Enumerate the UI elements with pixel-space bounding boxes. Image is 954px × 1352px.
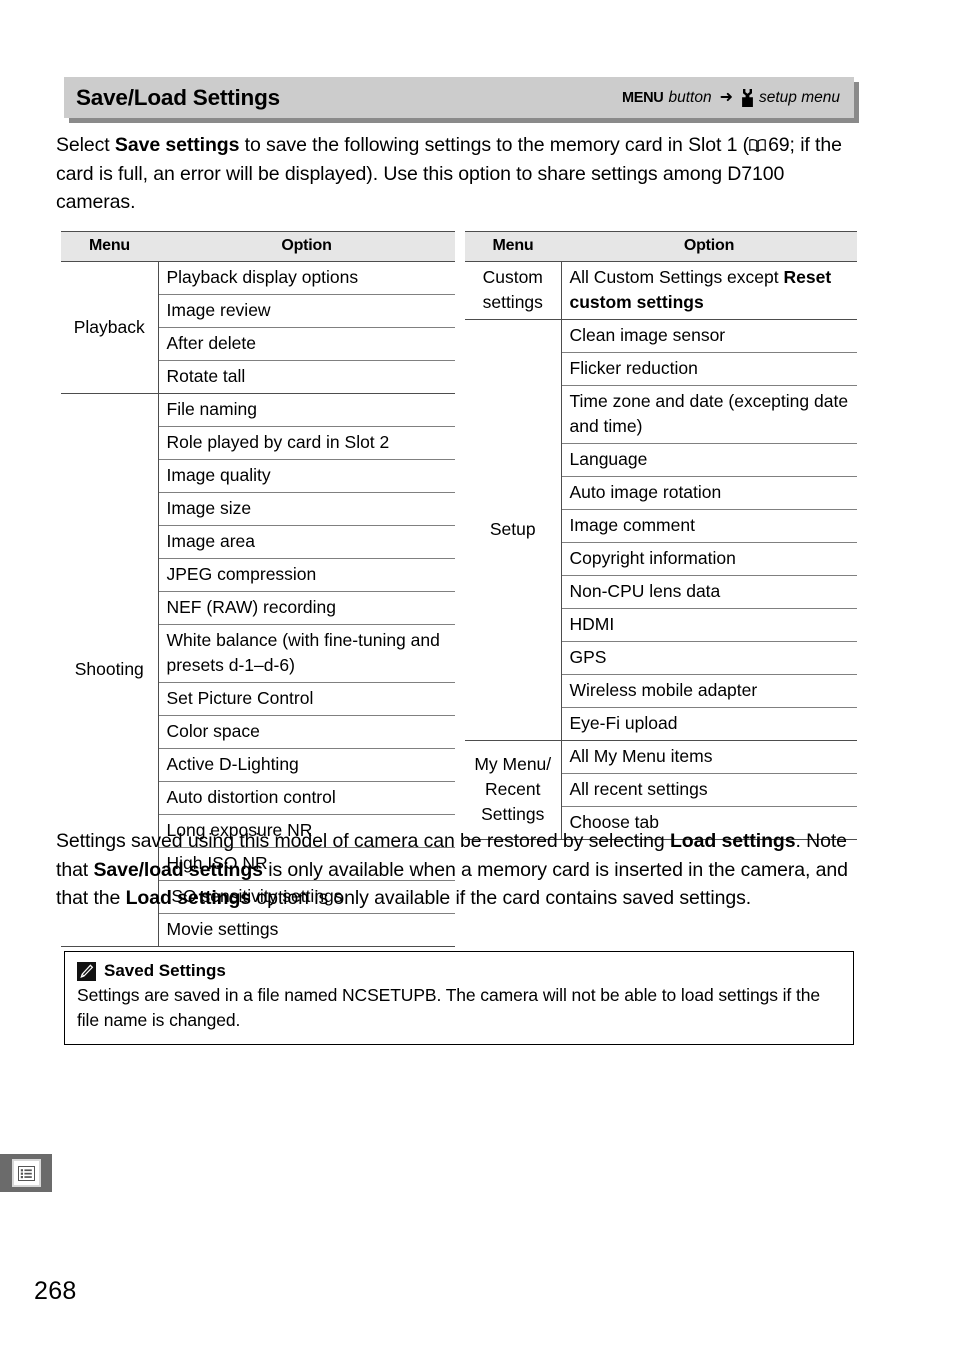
closing-text-1: Settings saved using this model of camer…	[56, 830, 670, 852]
menu-group-my-menu-recent-settings: My Menu/ Recent Settings	[465, 740, 562, 840]
option-cell: All Custom Settings except Reset custom …	[561, 261, 857, 320]
table-row: Shooting File naming	[61, 393, 455, 947]
menu-group-setup: Setup	[465, 319, 562, 741]
left-table-header: Menu Option	[61, 231, 455, 262]
table-row: My Menu/ Recent Settings All My Menu ite…	[465, 740, 857, 840]
column-header-menu: Menu	[61, 231, 158, 262]
saved-settings-note-box: Saved Settings Settings are saved in a f…	[64, 951, 854, 1045]
right-table-body: Custom settings All Custom Settings exce…	[465, 261, 857, 840]
option-cell: JPEG compression	[158, 558, 455, 592]
menu-path-breadcrumb: MENU button ➜ setup menu	[621, 88, 854, 107]
option-cell: Image area	[158, 525, 455, 559]
option-cell: Playback display options	[158, 261, 455, 295]
intro-text-2: to save the following settings to the me…	[239, 134, 750, 156]
note-header: Saved Settings	[77, 961, 841, 981]
menu-button-label: MENU	[621, 89, 664, 106]
intro-paragraph: Select Save settings to save the followi…	[56, 131, 856, 217]
option-cell: HDMI	[561, 608, 857, 642]
option-cell: Color space	[158, 715, 455, 749]
menu-group-custom-settings: Custom settings	[465, 261, 562, 320]
option-cell: Eye-Fi upload	[561, 707, 857, 741]
menu-button-word: button	[668, 88, 712, 106]
option-cell: All My Menu items	[561, 740, 857, 774]
table-row: Custom settings All Custom Settings exce…	[465, 261, 857, 320]
arrow-right-icon: ➜	[719, 88, 733, 106]
option-cell: Copyright information	[561, 542, 857, 576]
option-cell: Image size	[158, 492, 455, 526]
book-icon	[749, 139, 766, 152]
page-number: 268	[34, 1277, 77, 1305]
right-table-header: Menu Option	[465, 231, 857, 262]
option-cell: GPS	[561, 641, 857, 675]
option-cell: Clean image sensor	[561, 319, 857, 353]
wrench-icon	[741, 88, 754, 107]
option-cell: Non-CPU lens data	[561, 575, 857, 609]
option-cell: Active D-Lighting	[158, 748, 455, 782]
option-cell: After delete	[158, 327, 455, 361]
closing-text-4: option is only available if the card con…	[251, 887, 752, 909]
option-cell: Wireless mobile adapter	[561, 674, 857, 708]
menu-group-playback: Playback	[61, 261, 159, 394]
option-cell: Language	[561, 443, 857, 477]
closing-bold-load-settings-1: Load settings	[670, 830, 796, 852]
intro-text-1: Select	[56, 134, 115, 156]
column-header-option: Option	[158, 231, 455, 262]
closing-bold-load-settings-2: Load settings	[125, 887, 252, 909]
option-cell: Image comment	[561, 509, 857, 543]
option-cell: Rotate tall	[158, 360, 455, 394]
section-header: Save/Load Settings MENU button ➜ setup m…	[64, 77, 859, 123]
option-cell: White balance (with fine-tuning and pres…	[158, 624, 455, 683]
closing-bold-save-load-settings: Save/load settings	[93, 858, 263, 881]
option-cell: Image review	[158, 294, 455, 328]
column-header-option: Option	[561, 231, 857, 262]
table-row: Playback Playback display options	[61, 261, 455, 394]
pencil-icon	[77, 961, 96, 981]
option-cell: File naming	[158, 393, 455, 427]
table-header-row: Menu Option	[61, 231, 455, 262]
note-title: Saved Settings	[104, 961, 226, 980]
option-cell: Time zone and date (excepting date and t…	[561, 385, 857, 444]
side-tab-marker	[0, 1154, 52, 1192]
option-cell: Movie settings	[158, 913, 455, 947]
option-text-plain: All Custom Settings except	[569, 267, 784, 287]
intro-bold-save-settings: Save settings	[114, 134, 240, 156]
setup-menu-label: setup menu	[759, 88, 840, 106]
option-cell: All recent settings	[561, 773, 857, 807]
option-cell: NEF (RAW) recording	[158, 591, 455, 625]
option-cell: Role played by card in Slot 2	[158, 426, 455, 460]
table-row: Setup Clean image sensor	[465, 319, 857, 741]
option-cell: Auto image rotation	[561, 476, 857, 510]
option-cell: Set Picture Control	[158, 682, 455, 716]
right-settings-table: Menu Option Custom settings All Custom S…	[465, 231, 857, 840]
page-title: Save/Load Settings	[76, 84, 280, 110]
option-cell: Auto distortion control	[158, 781, 455, 815]
menu-list-icon	[11, 1159, 41, 1187]
table-header-row: Menu Option	[465, 231, 857, 262]
note-body: Settings are saved in a file named NCSET…	[77, 985, 820, 1030]
option-cell: Flicker reduction	[561, 352, 857, 386]
closing-paragraph: Settings saved using this model of camer…	[56, 827, 861, 913]
option-cell: Image quality	[158, 459, 455, 493]
column-header-menu: Menu	[465, 231, 561, 262]
